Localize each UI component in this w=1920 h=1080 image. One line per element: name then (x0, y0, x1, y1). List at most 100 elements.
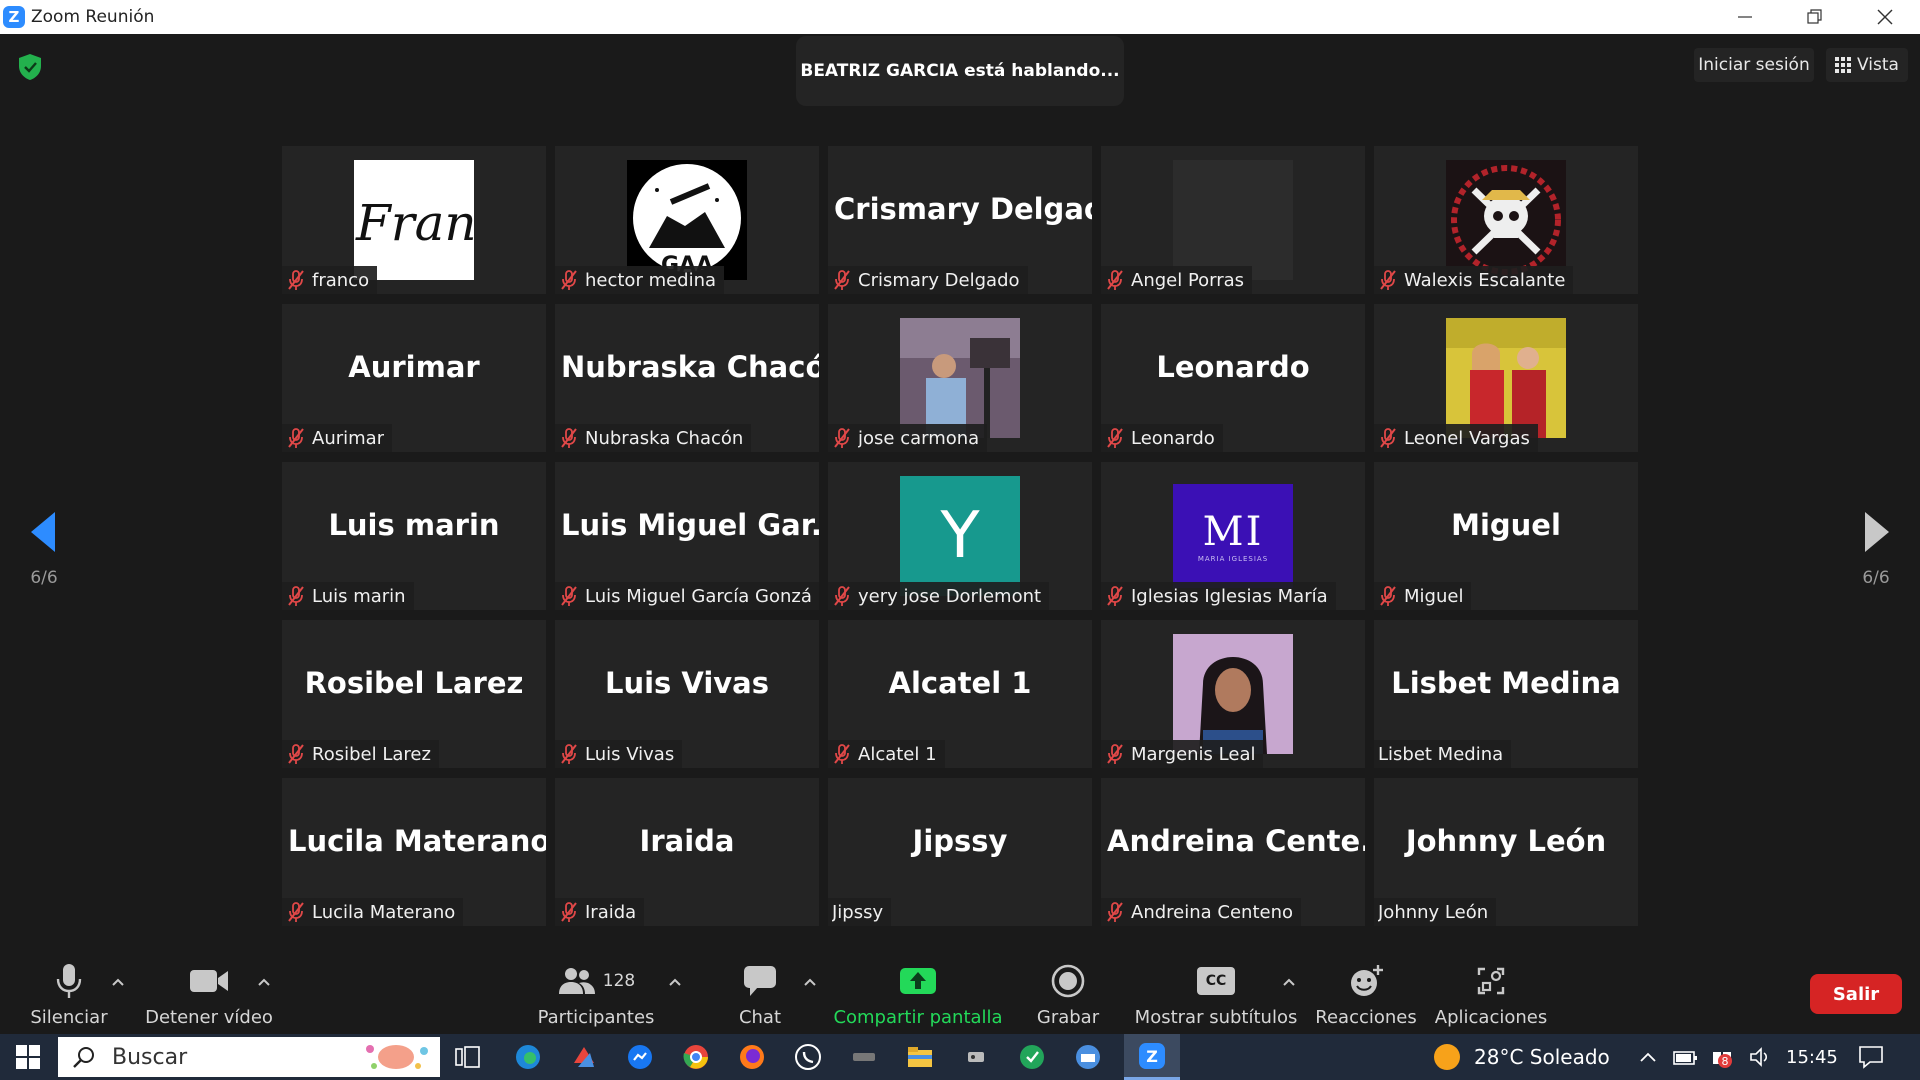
participant-name: Iglesias Iglesias María (1131, 585, 1328, 607)
captions-options-chevron-up-icon[interactable] (1279, 972, 1299, 992)
view-button[interactable]: Vista (1826, 48, 1908, 82)
participant-picture: Franc (354, 160, 474, 280)
participant-name-label: Walexis Escalante (1374, 266, 1574, 294)
muted-microphone-icon (1380, 270, 1396, 290)
minimize-button[interactable] (1710, 0, 1780, 34)
participant-name: Andreina Centeno (1131, 901, 1293, 923)
clock[interactable]: 15:45 (1786, 1034, 1838, 1080)
participant-name: Nubraska Chacón (585, 427, 744, 449)
taskbar-firefox[interactable] (724, 1034, 780, 1080)
minimize-icon (1738, 16, 1752, 18)
task-view-icon (455, 1046, 480, 1068)
previous-page-button[interactable]: 6/6 (14, 510, 74, 588)
stop-video-label: Detener vídeo (145, 1007, 273, 1028)
chat-bubble-icon (744, 966, 776, 996)
tray-chevron-up-icon[interactable] (1638, 1048, 1658, 1066)
participant-tile[interactable]: Yyery jose Dorlemont (828, 462, 1092, 610)
participant-tile[interactable]: Angel Porras (1101, 146, 1365, 294)
participant-tile[interactable]: Alcatel 1 Alcatel 1 (828, 620, 1092, 768)
record-button[interactable]: Grabar (1030, 950, 1106, 1034)
taskbar-search-box[interactable]: Buscar (58, 1037, 440, 1077)
participant-tile[interactable]: Luis marin Luis marin (282, 462, 546, 610)
participant-tile[interactable]: Lisbet Medina Lisbet Medina (1374, 620, 1638, 768)
participant-name-label: Jipssy (828, 898, 892, 926)
chat-options-chevron-up-icon[interactable] (800, 972, 820, 992)
meeting-toolbar: Silenciar Detener vídeo 128 Participante… (0, 950, 1920, 1034)
apps-button[interactable]: Aplicaciones (1435, 950, 1547, 1034)
reactions-button[interactable]: Reacciones (1315, 950, 1417, 1034)
weather-widget[interactable]: 28°C Soleado (1432, 1034, 1610, 1080)
stop-video-button[interactable]: Detener vídeo (144, 950, 274, 1034)
page-indicator-right: 6/6 (1862, 568, 1890, 588)
mute-button[interactable]: Silenciar (24, 950, 114, 1034)
participant-name: Leonel Vargas (1404, 427, 1530, 449)
participant-tile[interactable]: Iraida Iraida (555, 778, 819, 926)
participant-tile[interactable]: Leonardo Leonardo (1101, 304, 1365, 452)
task-view-button[interactable] (440, 1034, 496, 1080)
game-app-icon (968, 1052, 984, 1062)
participant-tile[interactable]: Rosibel Larez Rosibel Larez (282, 620, 546, 768)
participant-name: Miguel (1404, 585, 1464, 607)
participant-tile[interactable]: Luis Vivas Luis Vivas (555, 620, 819, 768)
participant-tile[interactable]: Jipssy Jipssy (828, 778, 1092, 926)
sign-in-button[interactable]: Iniciar sesión (1694, 48, 1814, 82)
speaker-icon[interactable] (1748, 1046, 1772, 1068)
taskbar-app-green[interactable] (1004, 1034, 1060, 1080)
taskbar-edge[interactable] (500, 1034, 556, 1080)
participant-tile[interactable]: Walexis Escalante (1374, 146, 1638, 294)
show-captions-button[interactable]: CC Mostrar subtítulos (1135, 950, 1297, 1034)
close-button[interactable] (1850, 0, 1920, 34)
video-options-chevron-up-icon[interactable] (254, 972, 274, 992)
participant-name-label: yery jose Dorlemont (828, 582, 1050, 610)
action-center-icon[interactable] (1858, 1045, 1884, 1069)
taskbar-whatsapp[interactable] (780, 1034, 836, 1080)
participant-name-label: Margenis Leal (1101, 740, 1264, 768)
participant-tile[interactable]: Margenis Leal (1101, 620, 1365, 768)
participant-tile[interactable]: Aurimar Aurimar (282, 304, 546, 452)
participant-tile[interactable]: Luis Miguel Gar... Luis Miguel García Gon… (555, 462, 819, 610)
battery-icon[interactable] (1672, 1046, 1698, 1068)
notification-app-tray[interactable]: 8 (1710, 1044, 1736, 1070)
participant-picture (1173, 160, 1293, 280)
chat-button[interactable]: Chat (720, 950, 800, 1034)
participant-name-label: Lisbet Medina (1374, 740, 1512, 768)
participant-name-label: Iraida (555, 898, 645, 926)
taskbar-app-dark[interactable] (836, 1034, 892, 1080)
taskbar-app-game[interactable] (948, 1034, 1004, 1080)
participant-name: Luis Miguel García Gonzá... (585, 585, 811, 607)
mute-options-chevron-up-icon[interactable] (108, 972, 128, 992)
participant-tile[interactable]: MI MARIA IGLESIAS Iglesias Iglesias María (1101, 462, 1365, 610)
participant-tile[interactable]: jose carmona (828, 304, 1092, 452)
participant-display-name: Luis Vivas (604, 666, 770, 700)
participant-tile[interactable]: Miguel Miguel (1374, 462, 1638, 610)
taskbar-app-blue[interactable] (1060, 1034, 1116, 1080)
taskbar-app-red[interactable] (556, 1034, 612, 1080)
participants-options-chevron-up-icon[interactable] (665, 972, 685, 992)
start-button[interactable] (0, 1034, 56, 1080)
participant-display-name: Crismary Delgado (834, 192, 1092, 226)
participant-tile[interactable]: Franc franco (282, 146, 546, 294)
security-shield-icon[interactable] (17, 53, 43, 81)
participant-display-name: Luis marin (328, 508, 500, 542)
participant-tile[interactable]: Andreina Cente... Andreina Centeno (1101, 778, 1365, 926)
participants-button[interactable]: 128 Participantes (536, 950, 656, 1034)
taskbar-file-explorer[interactable] (892, 1034, 948, 1080)
participant-tile[interactable]: Lucila Materano Lucila Materano (282, 778, 546, 926)
share-screen-button[interactable]: Compartir pantalla (833, 950, 1003, 1034)
whatsapp-icon (795, 1044, 821, 1070)
next-page-button[interactable]: 6/6 (1846, 510, 1906, 588)
participant-name: Luis marin (312, 585, 406, 607)
title-bar: Z Zoom Reunión (0, 0, 1920, 34)
participant-tile[interactable]: GAAhector medina (555, 146, 819, 294)
participant-tile[interactable]: Leonel Vargas (1374, 304, 1638, 452)
muted-microphone-icon (834, 744, 850, 764)
leave-meeting-button[interactable]: Salir (1810, 974, 1902, 1014)
participant-tile[interactable]: Crismary Delgado Crismary Delgado (828, 146, 1092, 294)
participant-tile[interactable]: Nubraska Chacón Nubraska Chacón (555, 304, 819, 452)
taskbar-zoom[interactable]: Z (1124, 1034, 1180, 1080)
participant-tile[interactable]: Johnny León Johnny León (1374, 778, 1638, 926)
taskbar-chrome[interactable] (668, 1034, 724, 1080)
taskbar-messenger[interactable] (612, 1034, 668, 1080)
participant-name-label: Leonel Vargas (1374, 424, 1538, 452)
restore-button[interactable] (1780, 0, 1850, 34)
